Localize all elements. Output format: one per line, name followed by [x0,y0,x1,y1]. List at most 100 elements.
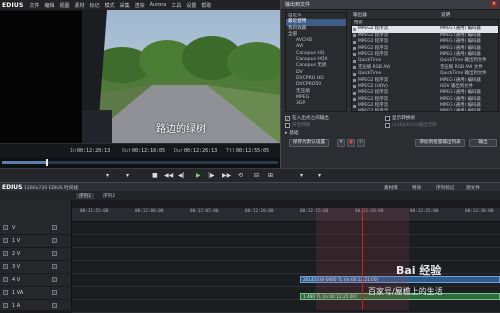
exporter-name: MPEG2 程序流 [358,109,388,112]
timeline-titlebar: EDIUS 1280x720 EDIUS 时间线 素材库 特效 序列标记 源文件 [0,182,500,191]
track-lock-icon[interactable] [52,251,57,256]
menu-clip[interactable]: 素材 [75,2,85,9]
category-tree[interactable]: 自定义 最近使用 我的收藏 全部 AVCHD AVI Canopus HQ Canopus H… [285,12,347,112]
exporter-icon [353,40,356,44]
track-lock-icon[interactable] [52,238,57,243]
menu-view[interactable]: 视图 [60,2,70,9]
insert-icon[interactable]: ⊟ [254,172,259,179]
exporter-icon [353,79,356,83]
preview-monitor[interactable]: 路边的绿树 [82,10,280,144]
step-back-icon[interactable]: ◀| [178,172,185,179]
export-icon[interactable]: ▾ [318,172,321,179]
tab-sequence-1[interactable]: 序列1 [76,193,95,199]
track-label: 1 VA [12,290,24,296]
menu-tools[interactable]: 工具 [171,2,181,9]
scrub-bar[interactable] [0,158,280,168]
track-lane[interactable] [72,300,500,313]
step-forward-icon[interactable]: |▶ [208,172,215,179]
track-toggle-icon[interactable] [3,251,8,256]
player-left-panel [0,11,82,144]
stop-icon[interactable]: ■ [152,172,158,179]
track-lock-icon[interactable] [52,277,57,282]
track-toggle-icon[interactable] [3,225,8,230]
exporter-icon [353,34,356,38]
delete-icon[interactable]: ✕ [337,139,345,147]
expand-arrow-icon[interactable]: ▸ [285,131,287,136]
track-toggle-icon[interactable] [3,277,8,282]
track-toggle-icon[interactable] [3,290,8,295]
exporter-list[interactable]: 搜索 MPEG2 程序流 MPEG (通用) 编码器 MPEG2 程序流 MPEG (通… [351,19,499,112]
tree-item[interactable]: 3GP [286,101,346,107]
export-dialog: 输出到文件 × 自定义 最近使用 我的收藏 全部 AVCHD AVI Canopus HQ C… [280,0,500,168]
app-logo: EDIUS [2,1,24,9]
opt-basic-expander[interactable]: ▸ 基础 [285,130,299,137]
save-default-button[interactable]: 保存为默认设置 [289,139,329,147]
menu-aurora[interactable]: Aurora [150,2,167,8]
refresh-icon[interactable]: ↻ [357,139,365,147]
track-header[interactable]: 1 VA [0,287,72,300]
menu-help[interactable]: 帮助 [201,2,211,9]
opt-convert[interactable]: 显示转换帧 [385,115,415,121]
track-lock-icon[interactable] [52,290,57,295]
loop-icon[interactable]: ⟲ [238,172,243,179]
play-icon[interactable]: ▶ [196,172,201,179]
ruler-tick: 00:12:10:00 [245,209,274,214]
opt-field[interactable]: 开启转换 [285,122,310,128]
export-options: ✓ 在入出点之间输出 开启转换 显示转换帧 以16bit/2ch输出音频 ▸ 基础 … [285,115,499,149]
track-header[interactable]: 3 V [0,261,72,274]
menu-capture[interactable]: 采集 [120,2,130,9]
track-toggle-icon[interactable] [3,303,8,308]
fast-forward-icon[interactable]: ▶▶ [222,172,231,179]
checkbox-icon[interactable] [385,115,390,121]
output-button[interactable]: 输出 [469,139,497,147]
track-label: 2 V [12,251,21,257]
col-desc[interactable]: 说明 [441,12,450,18]
overwrite-icon[interactable]: ⊞ [268,172,273,179]
rewind-icon[interactable]: ◀◀ [164,172,173,179]
exporter-row[interactable]: MPEG2 程序流 MPEG (通用) 编码器 [352,109,498,112]
track-header[interactable]: 2 V [0,248,72,261]
track-lane[interactable] [72,248,500,261]
checkbox-icon[interactable] [385,122,390,128]
track-lock-icon[interactable] [52,225,57,230]
scrub-track[interactable] [2,161,278,164]
scrub-playhead[interactable] [46,159,49,166]
track-toggle-icon[interactable] [3,264,8,269]
checkbox-checked-icon[interactable]: ✓ [285,115,290,121]
track-header[interactable]: 1 V [0,235,72,248]
timeline-playhead[interactable] [362,208,363,310]
col-output[interactable]: 输出器 [353,12,367,18]
menu-mode[interactable]: 模式 [105,2,115,9]
track-headers: V 1 V 2 V 3 V 4 V 1 VA 1 A [0,200,72,313]
checkbox-icon[interactable] [285,122,290,128]
ruler-tick: 00:12:25:00 [410,209,439,214]
set-in-icon[interactable]: ▾ [106,172,109,179]
ruler-tick: 00:12:00:00 [135,209,164,214]
track-header[interactable]: 4 V [0,274,72,287]
marker-icon[interactable]: ▾ [300,172,303,179]
exporter-icon [353,85,356,89]
opt-audio[interactable]: 以16bit/2ch输出音频 [385,122,437,128]
menu-file[interactable]: 文件 [30,2,40,9]
menu-edit[interactable]: 编辑 [45,2,55,9]
add-batch-button[interactable]: 添加到批量输出列表 [415,139,465,147]
timeline-logo: EDIUS [2,184,23,191]
close-icon[interactable]: × [490,1,498,8]
timeline-ruler[interactable]: 00:11:55:00 00:12:00:00 00:12:05:00 00:12:1… [72,208,500,222]
tab-sequence-2[interactable]: 序列2 [100,193,118,199]
menu-marker[interactable]: 标记 [90,2,100,9]
record-icon[interactable]: ● [347,139,355,147]
menu-render[interactable]: 渲染 [135,2,145,9]
menu-settings[interactable]: 设置 [186,2,196,9]
ruler-tick: 00:11:55:00 [80,209,109,214]
opt-inout[interactable]: ✓ 在入出点之间输出 [285,115,329,121]
track-header[interactable]: 1 A [0,300,72,313]
track-lock-icon[interactable] [52,264,57,269]
track-lane[interactable] [72,235,500,248]
track-toggle-icon[interactable] [3,238,8,243]
exporter-icon [353,110,356,111]
track-header[interactable]: V [0,222,72,235]
track-lane[interactable] [72,222,500,235]
track-lock-icon[interactable] [52,303,57,308]
set-out-icon[interactable]: ▾ [126,172,129,179]
